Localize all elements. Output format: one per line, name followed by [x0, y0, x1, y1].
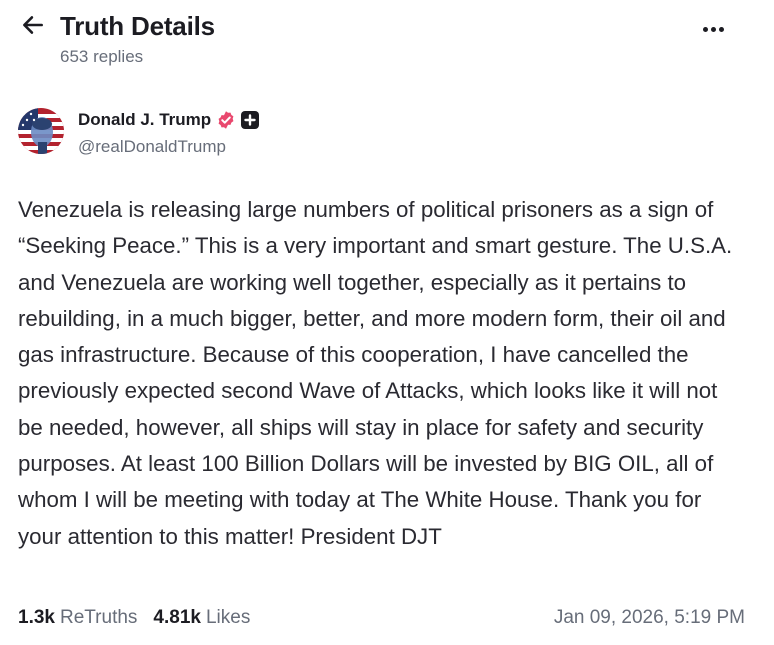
more-dot: [718, 26, 724, 32]
likes-label: Likes: [205, 607, 251, 628]
author-name-row: Donald J. Trump: [78, 107, 260, 133]
retruths-count: 1.3k: [18, 607, 55, 628]
plus-badge-icon: [241, 111, 260, 129]
truth-details-page: Truth Details 653 replies Donald J. Trum…: [0, 0, 774, 645]
retruths-stat[interactable]: 1.3k ReTruths: [18, 607, 137, 629]
likes-stat[interactable]: 4.81k Likes: [153, 607, 250, 629]
verified-badge-icon: [216, 110, 236, 130]
likes-count: 4.81k: [153, 607, 201, 628]
post-author: Donald J. Trump @realDonaldTrump: [18, 105, 718, 157]
more-options-button[interactable]: [698, 14, 728, 44]
post-body-text: Venezuela is releasing large numbers of …: [18, 197, 733, 549]
replies-count[interactable]: 653 replies: [60, 46, 143, 68]
back-button[interactable]: [18, 10, 48, 40]
post-stats: 1.3k ReTruths 4.81k Likes Jan 09, 2026, …: [18, 603, 748, 633]
more-dot: [710, 26, 716, 32]
arrow-left-icon: [23, 16, 43, 34]
page-header: Truth Details 653 replies: [0, 0, 774, 80]
post-timestamp: Jan 09, 2026, 5:19 PM: [553, 607, 745, 628]
author-handle[interactable]: @realDonaldTrump: [78, 136, 226, 158]
retruths-label: ReTruths: [59, 607, 138, 628]
more-horizontal-icon: [702, 26, 708, 32]
avatar-image: [18, 108, 64, 154]
author-name[interactable]: Donald J. Trump: [78, 110, 211, 130]
page-title: Truth Details: [60, 11, 215, 41]
avatar[interactable]: [18, 108, 64, 154]
